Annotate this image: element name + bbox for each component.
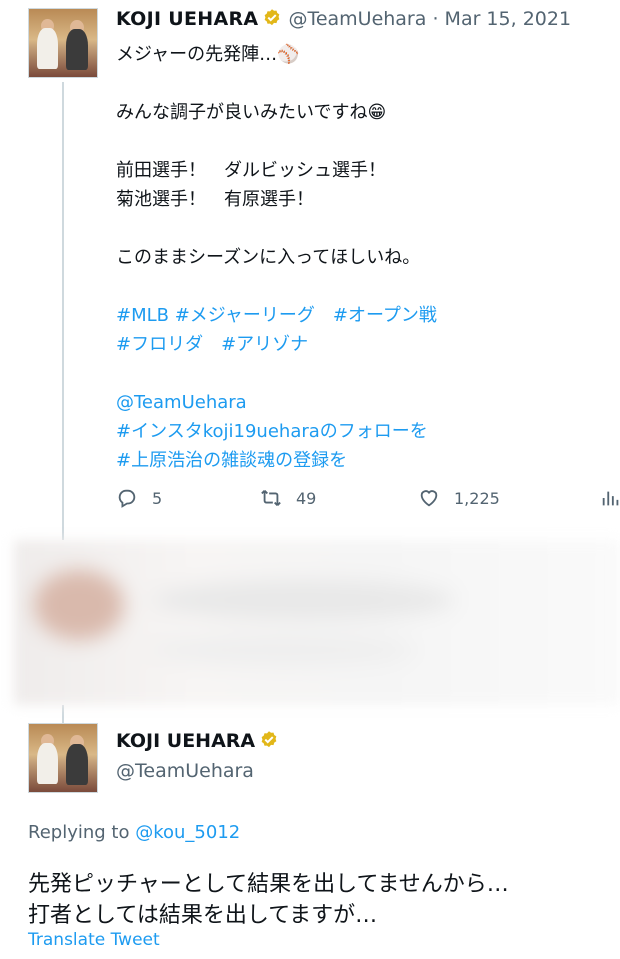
analytics-icon [602,491,619,506]
handle[interactable]: @TeamUehara [116,760,254,782]
tweet-line: 前田選手！ ダルビッシュ選手！ [116,160,386,181]
tweet-line: 菊池選手！ 有原選手！ [116,189,314,210]
replying-to: Replying to @kou_5012 [28,822,240,843]
avatar[interactable] [28,723,98,793]
reply-button[interactable]: 5 [116,487,162,509]
hashtag-line[interactable]: #インスタkoji19ueharaのフォローを [116,417,437,446]
tweet-line: みんな調子が良いみたいですね😁 [116,102,387,123]
mention-link[interactable]: @TeamUehara [116,388,437,417]
replying-mention[interactable]: @kou_5012 [135,822,240,843]
hashtag-line[interactable]: #上原浩治の雑談魂の登録を [116,446,437,475]
tweet-line: メジャーの先発陣…⚾ [116,44,300,65]
reply-count: 5 [152,488,163,508]
tweet-actions: 5 49 1,225 [116,487,620,517]
reply-icon [118,489,136,508]
thread-line-bottom [62,705,64,723]
display-name[interactable]: KOJI UEHARA [116,8,258,30]
verified-badge-icon [261,731,277,748]
retweet-button[interactable]: 49 [260,487,316,509]
hashtag-line[interactable]: #MLB #メジャーリーグ #オープン戦 [116,301,437,330]
translate-tweet-link[interactable]: Translate Tweet [28,930,160,950]
handle[interactable]: @TeamUehara [288,8,426,30]
analytics-button[interactable] [600,487,620,509]
tweet-body: メジャーの先発陣…⚾ みんな調子が良いみたいですね😁 前田選手！ ダルビッシュ選… [116,40,437,475]
tweet-line: このままシーズンに入ってほしいね。 [116,247,421,268]
thread-line-top [62,82,64,540]
avatar[interactable] [28,8,98,78]
like-count: 1,225 [454,488,500,508]
tweet-header: KOJI UEHARA @TeamUehara · Mar 15, 2021 [116,8,571,30]
tweet-line [116,69,437,98]
separator: · [432,8,439,30]
retweet-count: 49 [296,488,317,508]
retweet-icon [261,490,281,506]
tweet-line [116,214,437,243]
hashtag-line[interactable]: #フロリダ #アリゾナ [116,330,437,359]
heart-icon [420,490,438,507]
display-name[interactable]: KOJI UEHARA [116,730,255,752]
tweet-line [116,272,437,301]
reply-line: 打者としては結果を出してますが… [28,903,378,928]
reply-body: 先発ピッチャーとして結果を出してませんから… 打者としては結果を出してますが… [28,869,509,931]
tweet-line [116,359,437,388]
tweet-line [116,127,437,156]
verified-badge-icon [265,9,280,26]
replying-prefix: Replying to [28,822,130,843]
like-button[interactable]: 1,225 [418,487,500,509]
tweet-header: KOJI UEHARA [116,730,285,752]
blurred-media [14,540,620,705]
timestamp[interactable]: Mar 15, 2021 [445,8,572,30]
reply-line: 先発ピッチャーとして結果を出してませんから… [28,872,509,897]
